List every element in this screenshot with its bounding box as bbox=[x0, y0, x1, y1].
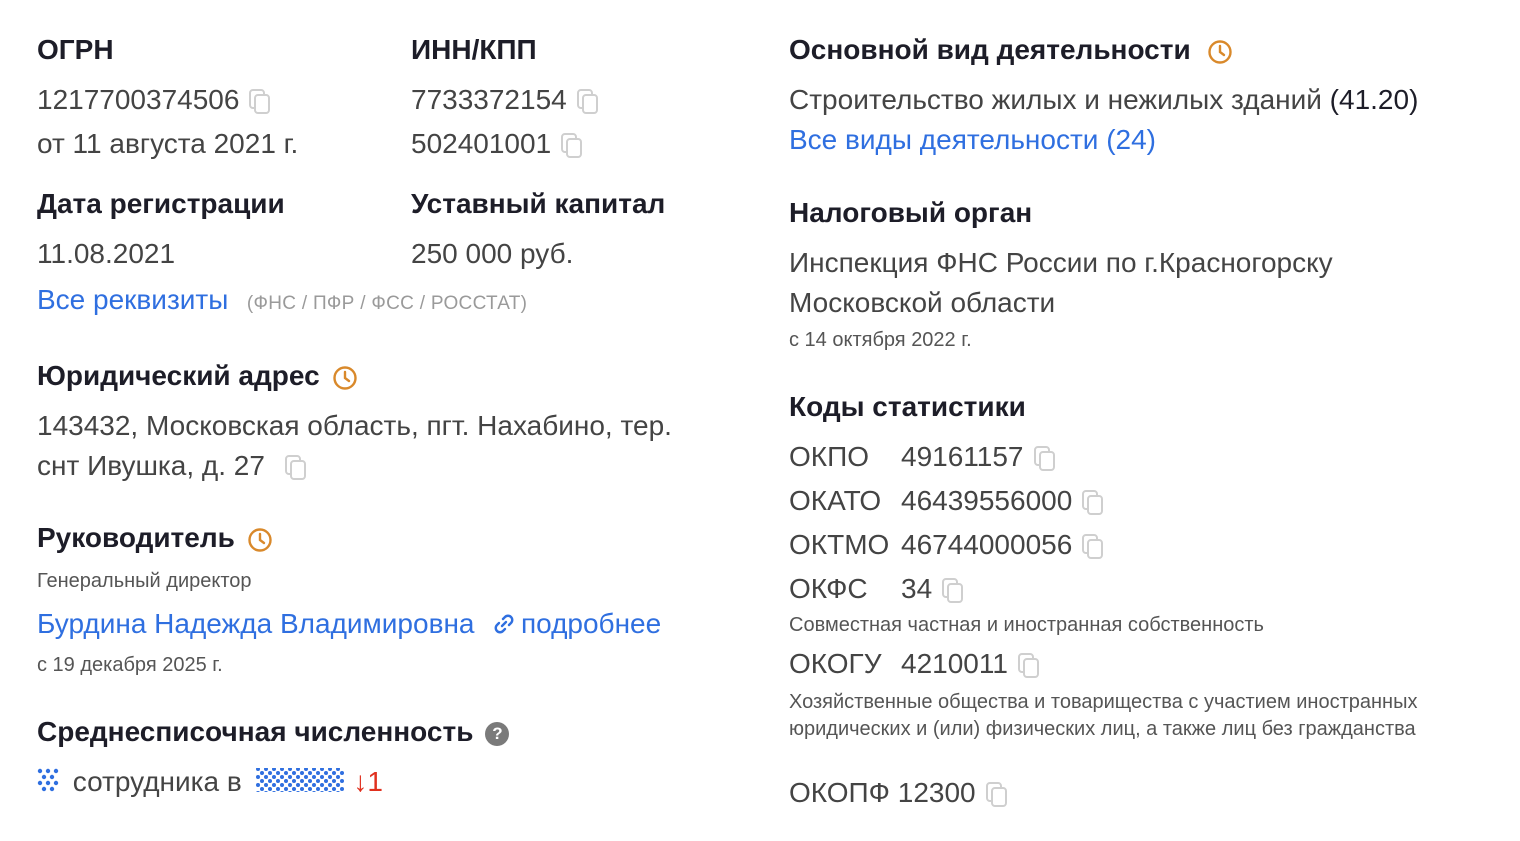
kpp-value: 502401001 bbox=[411, 128, 552, 159]
inn-value: 7733372154 bbox=[411, 84, 567, 115]
headcount-row: сотрудника в ↓1 bbox=[37, 766, 383, 800]
address-line2: снт Ивушка, д. 27 bbox=[37, 450, 265, 481]
headcount-delta: ↓1 bbox=[353, 766, 383, 797]
headcount-text: сотрудника в bbox=[72, 766, 242, 797]
director-title: Руководитель bbox=[37, 522, 235, 553]
headcount-title: Среднесписочная численность bbox=[37, 716, 474, 747]
okopf-label: ОКОПФ bbox=[789, 777, 890, 808]
director-more-label: подробнее bbox=[520, 608, 662, 639]
okpo-label: ОКПО bbox=[789, 441, 869, 472]
tax-since: с 14 октября 2022 г. bbox=[789, 329, 972, 351]
registration-value: 11.08.2021 bbox=[37, 238, 176, 269]
director-since: с 19 декабря 2025 г. bbox=[37, 654, 223, 676]
address-title-row: Юридический адрес bbox=[37, 360, 358, 392]
okfs-row: ОКФС 34 bbox=[789, 573, 964, 605]
registration-title: Дата регистрации bbox=[37, 188, 285, 219]
director-role: Генеральный директор bbox=[37, 570, 252, 592]
activity-value-row: Строительство жилых и нежилых зданий (41… bbox=[789, 84, 1418, 116]
address-line1: 143432, Московская область, пгт. Нахабин… bbox=[37, 410, 672, 441]
headcount-title-row: Среднесписочная численность? bbox=[37, 716, 510, 748]
all-activities-link[interactable]: Все виды деятельности (24) bbox=[789, 124, 1156, 156]
copy-icon[interactable] bbox=[985, 781, 1008, 808]
okfs-desc: Совместная частная и иностранная собстве… bbox=[789, 614, 1264, 636]
clock-icon[interactable] bbox=[1207, 39, 1233, 65]
oktmo-row: ОКТМО 46744000056 bbox=[789, 529, 1104, 561]
capital-title: Уставный капитал bbox=[411, 188, 666, 219]
oktmo-label: ОКТМО bbox=[789, 529, 890, 560]
requisites-note: (ФНС / ПФР / ФСС / РОССТАТ) bbox=[246, 293, 528, 314]
okato-label: ОКАТО bbox=[789, 485, 882, 516]
activity-value: Строительство жилых и нежилых зданий bbox=[789, 84, 1322, 115]
question-icon[interactable]: ? bbox=[485, 721, 510, 746]
okfs-value: 34 bbox=[901, 573, 933, 604]
tax-line2: Московской области bbox=[789, 287, 1056, 318]
director-name-link[interactable]: Бурдина Надежда Владимировна bbox=[37, 608, 475, 639]
inn-kpp-title: ИНН/КПП bbox=[411, 34, 537, 65]
director-name-row: Бурдина Надежда Владимировна подробнее bbox=[37, 608, 661, 642]
okogu-value: 4210011 bbox=[901, 648, 1008, 679]
oktmo-value: 46744000056 bbox=[901, 529, 1073, 560]
copy-icon[interactable] bbox=[561, 132, 583, 159]
ogrn-date: от 11 августа 2021 г. bbox=[37, 128, 299, 159]
capital-value: 250 000 руб. bbox=[411, 238, 574, 269]
activity-code: (41.20) bbox=[1329, 84, 1419, 115]
director-title-row: Руководитель bbox=[37, 522, 273, 554]
stats-title: Коды статистики bbox=[789, 391, 1026, 422]
activity-title: Основной вид деятельности bbox=[789, 34, 1191, 65]
okato-value: 46439556000 bbox=[901, 485, 1073, 516]
address-line2-row: снт Ивушка, д. 27 bbox=[37, 450, 307, 482]
copy-icon[interactable] bbox=[284, 454, 307, 481]
ogrn-value: 1217700374506 bbox=[37, 84, 240, 115]
copy-icon[interactable] bbox=[942, 577, 964, 604]
copy-icon[interactable] bbox=[249, 88, 271, 115]
okopf-row: ОКОПФ 12300 bbox=[789, 777, 1008, 809]
tax-title: Налоговый орган bbox=[789, 197, 1033, 228]
requisites-row: Все реквизиты (ФНС / ПФР / ФСС / РОССТАТ… bbox=[37, 284, 527, 316]
clock-icon[interactable] bbox=[332, 365, 358, 391]
clock-icon[interactable] bbox=[247, 527, 273, 553]
okogu-row: ОКОГУ 4210011 bbox=[789, 648, 1040, 680]
ogrn-title: ОГРН bbox=[37, 34, 114, 65]
hidden-year-icon[interactable] bbox=[255, 767, 346, 800]
okpo-value: 49161157 bbox=[901, 441, 1024, 472]
link-icon bbox=[493, 610, 515, 642]
okopf-value: 12300 bbox=[897, 777, 976, 808]
director-more-link[interactable]: подробнее bbox=[493, 608, 661, 639]
okpo-row: ОКПО 49161157 bbox=[789, 441, 1056, 473]
all-requisites-link[interactable]: Все реквизиты bbox=[37, 284, 228, 315]
okogu-desc: Хозяйственные общества и товарищества с … bbox=[789, 691, 1418, 740]
address-title: Юридический адрес bbox=[37, 360, 320, 391]
inn-row: 7733372154 bbox=[411, 84, 599, 116]
activity-title-row: Основной вид деятельности bbox=[789, 34, 1233, 66]
okogu-label: ОКОГУ bbox=[789, 648, 882, 679]
copy-icon[interactable] bbox=[1017, 652, 1040, 679]
copy-icon[interactable] bbox=[1082, 533, 1104, 560]
hidden-count-icon[interactable] bbox=[37, 767, 59, 800]
okato-row: ОКАТО 46439556000 bbox=[789, 485, 1104, 517]
copy-icon[interactable] bbox=[1082, 489, 1104, 516]
okfs-label: ОКФС bbox=[789, 573, 868, 604]
ogrn-value-row: 1217700374506 bbox=[37, 84, 271, 116]
copy-icon[interactable] bbox=[1033, 445, 1056, 472]
copy-icon[interactable] bbox=[576, 88, 599, 115]
kpp-row: 502401001 bbox=[411, 128, 583, 160]
tax-line1: Инспекция ФНС России по г.Красногорску bbox=[789, 247, 1333, 278]
